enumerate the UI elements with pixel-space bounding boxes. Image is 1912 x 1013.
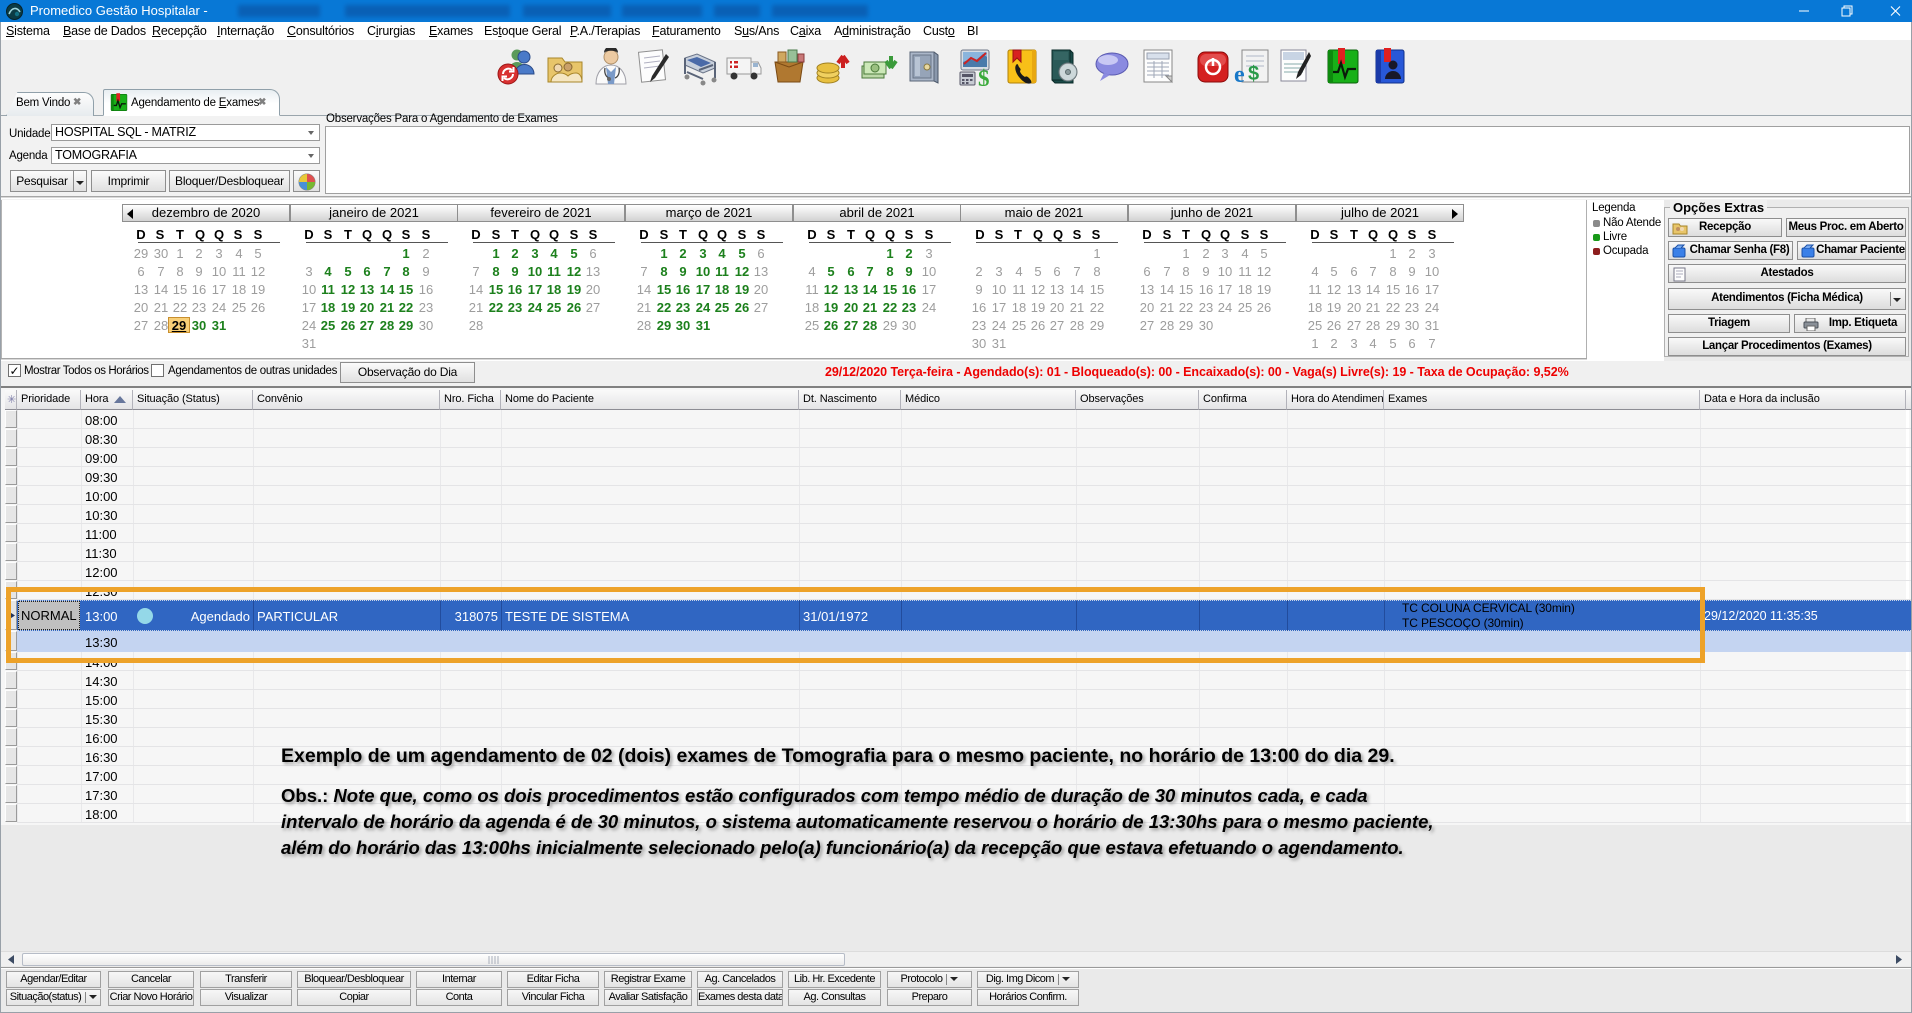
svg-text:$: $ — [978, 66, 990, 86]
svg-text:$: $ — [1248, 63, 1259, 85]
svg-text:e: e — [1234, 62, 1245, 86]
